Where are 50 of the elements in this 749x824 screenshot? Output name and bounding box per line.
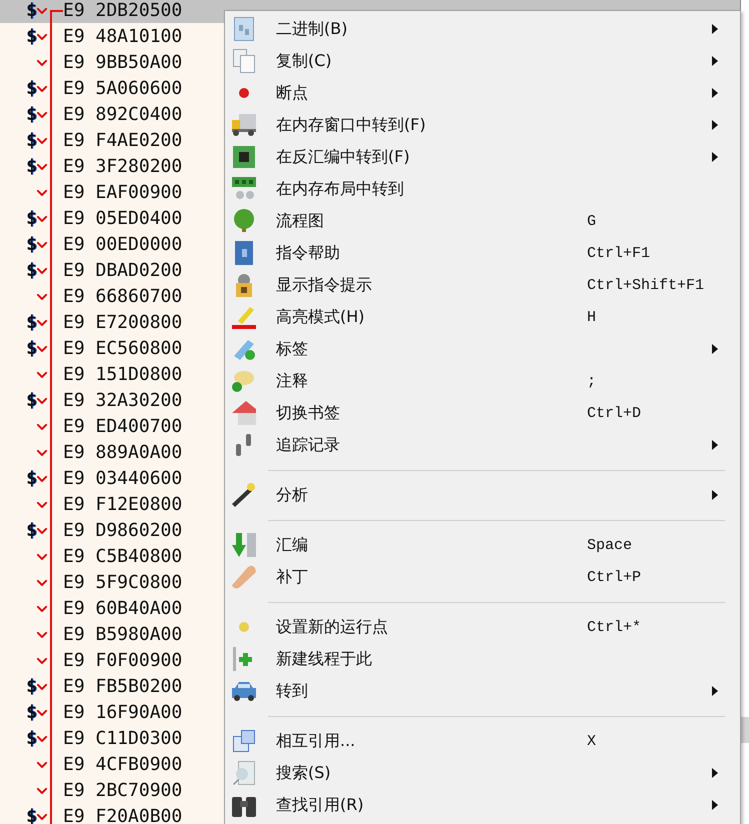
dollar-marker: $	[26, 208, 37, 228]
byte-text: E9 00ED0000	[63, 234, 182, 254]
byte-text: E9 48A10100	[63, 26, 182, 46]
dollar-marker: $	[26, 130, 37, 150]
byte-text: E9 03440600	[63, 468, 182, 488]
byte-text: E9 151D0800	[63, 364, 182, 384]
byte-text: E9 C11D0300	[63, 728, 182, 748]
dollar-marker: $	[26, 260, 37, 280]
byte-text: E9 F0F00900	[63, 650, 182, 670]
byte-text: E9 F20A0B00	[63, 806, 182, 824]
byte-text: E9 5A060600	[63, 78, 182, 98]
dollar-marker: $	[26, 702, 37, 722]
dollar-marker: $	[26, 390, 37, 410]
byte-text: E9 2BC70900	[63, 780, 182, 800]
byte-text: E9 C5B40800	[63, 546, 182, 566]
dollar-marker: $	[26, 234, 37, 254]
byte-text: E9 F4AE0200	[63, 130, 182, 150]
byte-text: E9 889A0A00	[63, 442, 182, 462]
byte-text: E9 F12E0800	[63, 494, 182, 514]
dollar-marker: $	[26, 104, 37, 124]
dollar-marker: $	[26, 156, 37, 176]
dollar-marker: $	[26, 338, 37, 358]
byte-text: E9 B5980A00	[63, 624, 182, 644]
dollar-marker: $	[26, 0, 37, 20]
byte-text: E9 9BB50A00	[63, 52, 182, 72]
byte-text: E9 32A30200	[63, 390, 182, 410]
byte-text: E9 ED400700	[63, 416, 182, 436]
byte-text: E9 05ED0400	[63, 208, 182, 228]
dollar-marker: $	[26, 520, 37, 540]
byte-text: E9 D9860200	[63, 520, 182, 540]
dollar-marker: $	[26, 728, 37, 748]
byte-text: E9 FB5B0200	[63, 676, 182, 696]
byte-text: E9 EC560800	[63, 338, 182, 358]
dollar-marker: $	[26, 312, 37, 332]
byte-text: E9 3F280200	[63, 156, 182, 176]
byte-text: E9 66860700	[63, 286, 182, 306]
dollar-marker: $	[26, 26, 37, 46]
byte-text: E9 DBAD0200	[63, 260, 182, 280]
dollar-marker: $	[26, 468, 37, 488]
dollar-marker: $	[26, 676, 37, 696]
byte-text: E9 5F9C0800	[63, 572, 182, 592]
byte-text: E9 16F90A00	[63, 702, 182, 722]
byte-text: E9 60B40A00	[63, 598, 182, 618]
byte-text: E9 EAF00900	[63, 182, 182, 202]
byte-text: E9 2DB20500	[63, 0, 182, 20]
byte-text: E9 E7200800	[63, 312, 182, 332]
dollar-marker: $	[26, 806, 37, 824]
dollar-marker: $	[26, 78, 37, 98]
byte-text: E9 4CFB0900	[63, 754, 182, 774]
byte-text: E9 892C0400	[63, 104, 182, 124]
